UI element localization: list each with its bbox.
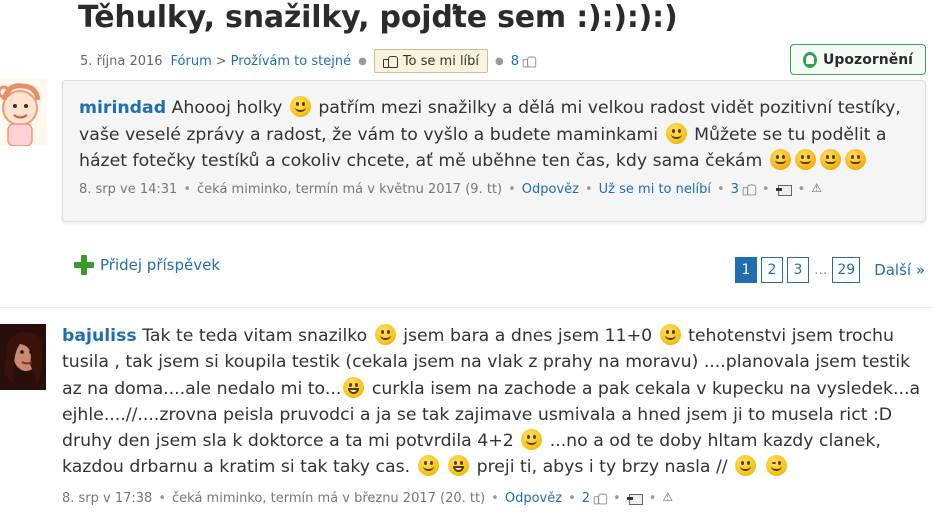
post-time: 8. srp ve 14:31 [79,182,178,197]
thread-title: Těhulky, snažilky, pojďte sem :):):):) [78,0,678,35]
like-button[interactable]: To se mi líbí [373,49,489,73]
wink-emoji-icon [765,455,787,477]
report-icon[interactable] [662,490,678,504]
avatar[interactable] [0,78,47,146]
page-last[interactable]: 29 [832,257,861,283]
breadcrumb-forum[interactable]: Fórum [171,54,212,69]
post-status: čeká miminko, termín má v březnu 2017 (2… [172,491,486,506]
first-post-meta: 8. srp ve 14:31 • čeká miminko, termín m… [79,181,827,197]
notify-button[interactable]: Upozornění [790,44,926,75]
next-page-link[interactable]: Další » [874,261,925,279]
add-post-button[interactable]: Přidej příspěvek [74,255,220,275]
page-1[interactable]: 1 [735,257,757,283]
thread-date: 5. října 2016 [80,53,163,69]
message-icon[interactable] [775,184,792,196]
post-text-segment: preji ti, abys i ty brzy nasla // [476,457,728,478]
second-post-text: bajuliss Tak te teda vitam snazilko jsem… [62,323,924,481]
thumbs-up-icon [593,493,608,505]
bell-icon [803,51,818,68]
plus-icon [74,255,94,275]
notify-button-label: Upozornění [823,51,913,68]
avatar[interactable] [0,324,46,390]
post-status: čeká miminko, termín má v květnu 2017 (9… [197,182,503,197]
post-time: 8. srp v 17:38 [62,491,153,506]
smile-emoji-icon [665,122,687,144]
first-post-text: mirindad Ahoooj holky patřím mezi snažil… [79,95,911,175]
blush-emoji-icon [819,149,841,170]
smile-emoji-icon [417,455,439,477]
user-photo-avatar-icon [0,324,46,390]
like-count-link[interactable]: 8 [510,53,537,69]
grin-emoji-icon [448,455,470,477]
meta-dot: ● [358,55,367,67]
unlike-link[interactable]: Už se mi to nelíbí [599,182,711,197]
meta-dot: ● [495,55,504,67]
grin-emoji-icon [343,376,365,398]
blush-emoji-icon [769,149,791,170]
page-2[interactable]: 2 [761,257,783,283]
first-post: mirindad Ahoooj holky patřím mezi snažil… [62,80,926,222]
smile-emoji-icon [521,429,543,451]
breadcrumb-section[interactable]: Prožívám to stejné [231,54,351,69]
cartoon-girl-avatar-icon [0,83,41,146]
add-post-label: Přidej příspěvek [100,256,221,274]
page-3[interactable]: 3 [787,257,809,283]
post-text-segment: Ahoooj holky [171,98,283,118]
post-like-count[interactable]: 2 [582,491,608,506]
like-button-label: To se mi líbí [402,53,480,69]
like-count: 8 [510,53,520,69]
post-like-count[interactable]: 3 [731,182,757,197]
breadcrumb-separator: > [215,53,227,69]
smile-emoji-icon [374,324,396,345]
smile-emoji-icon [659,324,681,345]
second-post-meta: 8. srp v 17:38 • čeká miminko, termín má… [62,490,678,506]
smile-emoji-icon [735,455,757,477]
post-text-segment: jsem bara a dnes jsem 11+0 [403,326,653,346]
blush-emoji-icon [794,149,816,170]
divider [0,307,932,308]
pagination-ellipsis: ... [814,262,828,278]
thumbs-up-icon [742,184,757,196]
message-icon[interactable] [626,493,643,505]
post-text-segment: Tak te teda vitam snazilko [142,326,368,346]
report-icon[interactable] [811,181,827,195]
reply-link[interactable]: Odpověz [522,182,579,197]
blush-emoji-icon [844,149,866,170]
pagination: 1 2 3 ... 29 Další » [735,257,925,283]
thread-meta: 5. října 2016 Fórum > Prožívám to stejné… [80,49,537,73]
post-author[interactable]: bajuliss [62,326,137,346]
thumbs-up-icon [522,55,537,67]
thumbs-up-icon [382,55,398,68]
post-author[interactable]: mirindad [79,98,166,118]
reply-link[interactable]: Odpověz [505,491,562,506]
smile-emoji-icon [289,96,311,117]
